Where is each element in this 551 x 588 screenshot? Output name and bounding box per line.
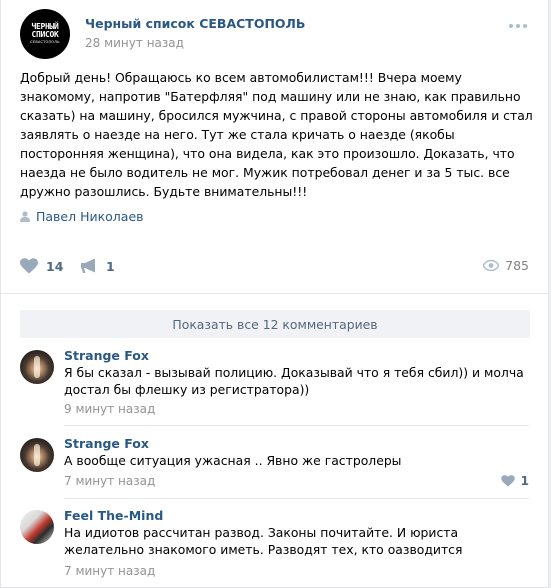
commenter-avatar[interactable] bbox=[20, 350, 54, 384]
heart-icon bbox=[20, 258, 38, 274]
avatar-text-line2: СПИСОК bbox=[31, 30, 59, 40]
avatar-text-line3: СЕВАСТОПОЛЬ bbox=[30, 40, 60, 45]
comment-item: Strange Fox Я бы сказал - вызывай полици… bbox=[20, 348, 529, 418]
commenter-avatar[interactable] bbox=[20, 510, 54, 544]
comment-text: А вообще ситуация ужасная .. Явно же гас… bbox=[64, 453, 402, 468]
post-text: Добрый день! Обращаюсь ко всем автомобил… bbox=[20, 70, 533, 199]
comment-text: На идиотов рассчитан развод. Законы почи… bbox=[64, 525, 463, 557]
comment-divider bbox=[64, 425, 529, 426]
post-time[interactable]: 28 минут назад bbox=[85, 36, 184, 50]
commenter-avatar[interactable] bbox=[20, 438, 54, 472]
comment-item: Feel The-Mind На идиотов рассчитан разво… bbox=[20, 508, 529, 583]
comment-item: Strange Fox А вообще ситуация ужасная ..… bbox=[20, 436, 529, 496]
heart-icon bbox=[500, 475, 515, 487]
comment-like-count: 1 bbox=[520, 474, 529, 488]
comment-like-button[interactable]: 1 bbox=[500, 474, 529, 488]
comment-time[interactable]: 9 минут назад bbox=[64, 402, 155, 416]
like-count: 14 bbox=[46, 258, 64, 274]
comment-divider bbox=[64, 498, 529, 499]
views-counter: 785 bbox=[483, 258, 529, 273]
megaphone-icon bbox=[81, 258, 95, 273]
group-avatar[interactable]: ЧЕРНЫЙ СПИСОК СЕВАСТОПОЛЬ bbox=[20, 9, 70, 59]
share-count: 1 bbox=[106, 258, 115, 274]
comment-time[interactable]: 7 минут назад bbox=[64, 474, 155, 488]
user-icon bbox=[20, 210, 30, 222]
group-name-link[interactable]: Черный список СЕВАСТОПОЛЬ bbox=[85, 16, 305, 31]
signer-name: Павел Николаев bbox=[36, 208, 144, 224]
post-signer[interactable]: Павел Николаев bbox=[20, 208, 144, 224]
views-count: 785 bbox=[505, 258, 529, 273]
eye-icon bbox=[483, 260, 500, 271]
more-dots-icon[interactable] bbox=[509, 23, 527, 29]
comment-time[interactable]: 7 минут назад bbox=[64, 564, 155, 578]
like-button[interactable]: 14 bbox=[20, 258, 63, 274]
share-button[interactable]: 1 bbox=[80, 258, 115, 274]
comment-author[interactable]: Feel The-Mind bbox=[64, 508, 163, 523]
show-all-comments-button[interactable]: Показать все 12 комментариев bbox=[20, 310, 530, 338]
comment-author[interactable]: Strange Fox bbox=[64, 348, 149, 363]
post-card: ЧЕРНЫЙ СПИСОК СЕВАСТОПОЛЬ Черный список … bbox=[0, 0, 549, 588]
post-divider bbox=[1, 293, 548, 294]
post-header: ЧЕРНЫЙ СПИСОК СЕВАСТОПОЛЬ Черный список … bbox=[20, 9, 534, 59]
post-actions: 14 1 785 bbox=[20, 258, 529, 278]
comment-author[interactable]: Strange Fox bbox=[64, 436, 149, 451]
comment-text: Я бы сказал - вызывай полицию. Доказывай… bbox=[64, 365, 524, 397]
